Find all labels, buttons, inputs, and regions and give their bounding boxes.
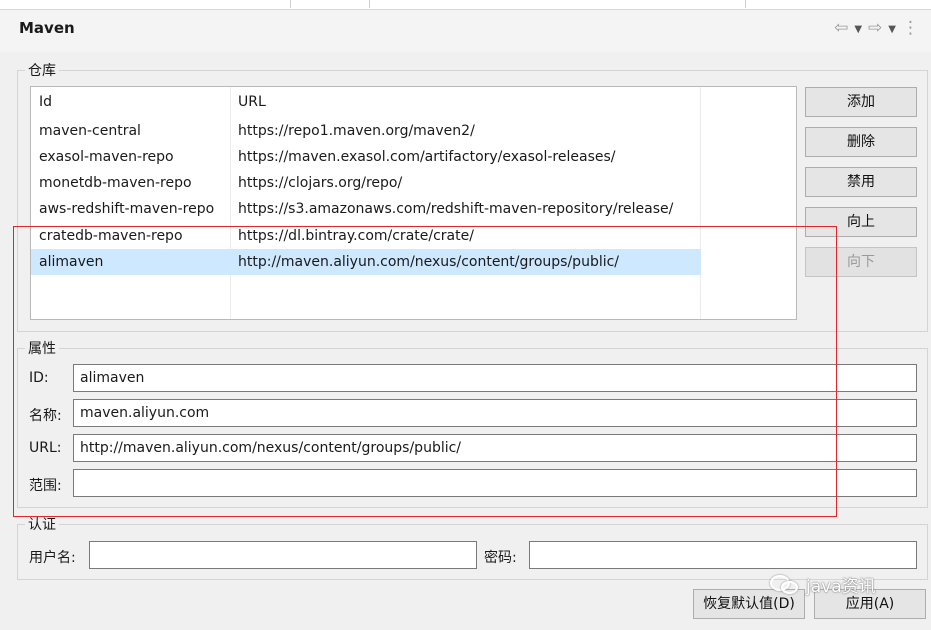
name-field[interactable]: maven.aliyun.com: [73, 399, 917, 427]
watermark: java资讯: [770, 572, 876, 597]
row-id: aws-redshift-maven-repo: [39, 201, 215, 217]
username-field[interactable]: [89, 541, 477, 569]
username-label: 用户名:: [29, 550, 76, 566]
nav-toolbar: ⇦ ▼ ⇨ ▼ ⋮: [834, 18, 919, 40]
name-label: 名称:: [29, 408, 62, 424]
forward-arrow-icon[interactable]: ⇨: [868, 18, 882, 40]
table-row[interactable]: monetdb-maven-repo https://clojars.org/r…: [31, 170, 701, 196]
move-down-button[interactable]: 向下: [805, 247, 917, 277]
table-row-selected[interactable]: alimaven http://maven.aliyun.com/nexus/c…: [31, 249, 701, 275]
disable-button[interactable]: 禁用: [805, 167, 917, 197]
password-label: 密码:: [484, 550, 517, 566]
url-label: URL:: [29, 440, 62, 456]
repositories-legend: 仓库: [28, 63, 56, 79]
column-header-id[interactable]: Id: [39, 94, 52, 110]
move-up-button[interactable]: 向上: [805, 207, 917, 237]
row-url: https://clojars.org/repo/: [238, 175, 403, 191]
dropdown-icon[interactable]: ▼: [888, 20, 896, 40]
top-strip: [0, 0, 931, 10]
table-row[interactable]: exasol-maven-repo https://maven.exasol.c…: [31, 144, 701, 170]
authentication-legend: 认证: [28, 517, 56, 533]
row-id: monetdb-maven-repo: [39, 175, 192, 191]
watermark-text: java资讯: [806, 577, 876, 597]
dropdown-icon[interactable]: ▼: [854, 20, 862, 40]
scope-field[interactable]: [73, 469, 917, 497]
more-vertical-icon[interactable]: ⋮: [902, 18, 919, 40]
repositories-table[interactable]: Id URL maven-central https://repo1.maven…: [30, 86, 797, 320]
scope-label: 范围:: [29, 478, 62, 494]
row-id: cratedb-maven-repo: [39, 228, 183, 244]
wechat-icon: [770, 573, 800, 597]
row-id: alimaven: [39, 254, 104, 270]
page-title: Maven: [19, 19, 75, 37]
row-url: http://maven.aliyun.com/nexus/content/gr…: [238, 254, 620, 270]
password-field[interactable]: [529, 541, 917, 569]
add-button[interactable]: 添加: [805, 87, 917, 117]
row-id: exasol-maven-repo: [39, 149, 174, 165]
row-url: https://repo1.maven.org/maven2/: [238, 123, 475, 139]
table-row[interactable]: cratedb-maven-repo https://dl.bintray.co…: [31, 223, 701, 249]
row-id: maven-central: [39, 123, 141, 139]
id-label: ID:: [29, 370, 49, 386]
row-url: https://s3.amazonaws.com/redshift-maven-…: [238, 201, 674, 217]
delete-button[interactable]: 删除: [805, 127, 917, 157]
title-bar: [0, 10, 931, 52]
table-row[interactable]: maven-central https://repo1.maven.org/ma…: [31, 118, 701, 144]
row-url: https://maven.exasol.com/artifactory/exa…: [238, 149, 616, 165]
column-header-url[interactable]: URL: [238, 94, 266, 110]
row-url: https://dl.bintray.com/crate/crate/: [238, 228, 474, 244]
table-row[interactable]: aws-redshift-maven-repo https://s3.amazo…: [31, 196, 701, 222]
id-field[interactable]: alimaven: [73, 364, 917, 392]
properties-legend: 属性: [28, 341, 56, 357]
url-field[interactable]: http://maven.aliyun.com/nexus/content/gr…: [73, 434, 917, 462]
back-arrow-icon[interactable]: ⇦: [834, 18, 848, 40]
